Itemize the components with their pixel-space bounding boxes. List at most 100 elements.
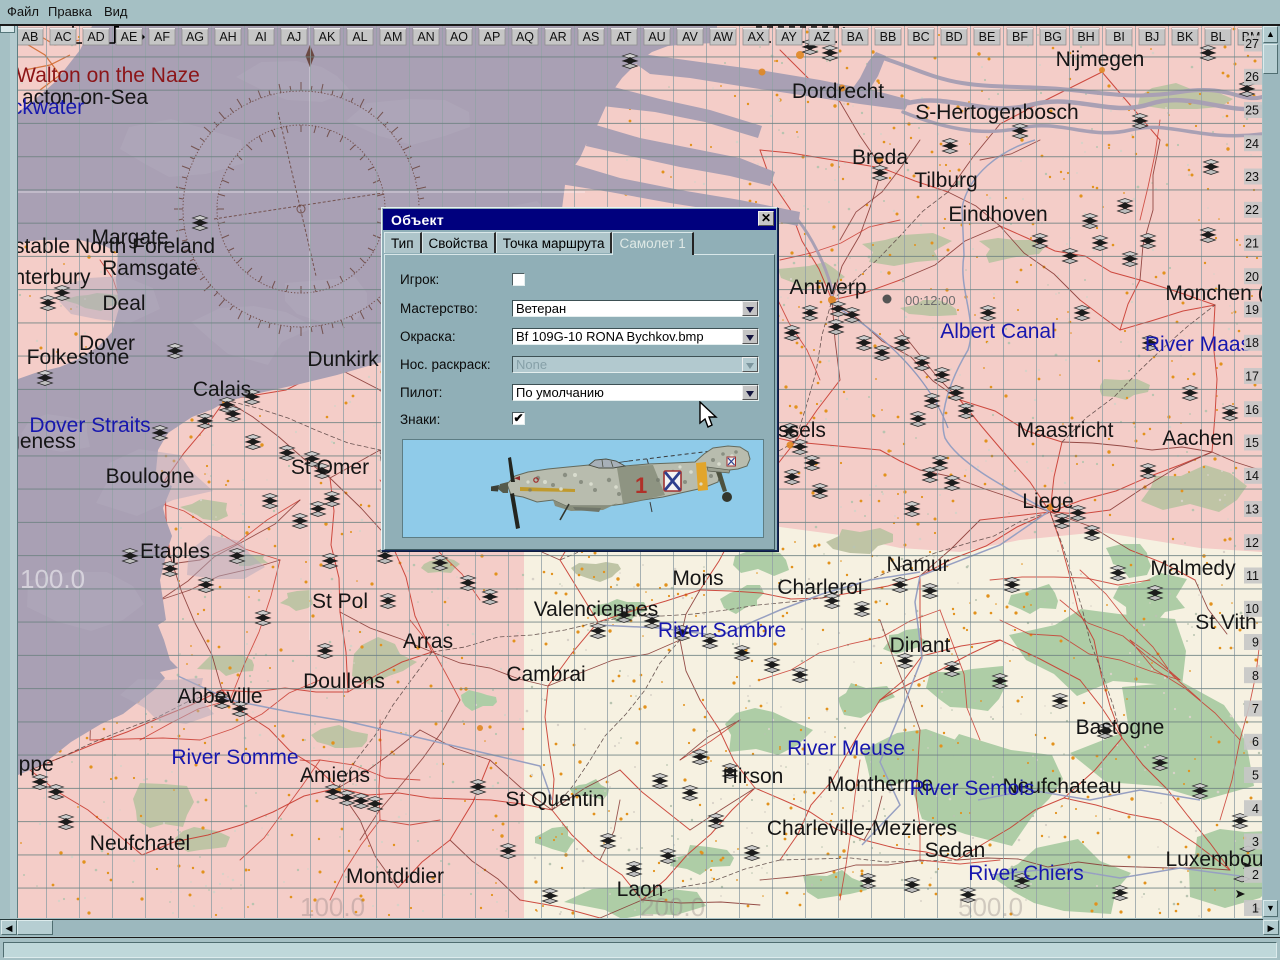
svg-text:BI: BI <box>1113 30 1125 44</box>
svg-text:Namur: Namur <box>886 553 949 576</box>
svg-text:BH: BH <box>1077 30 1094 44</box>
svg-text:1: 1 <box>1252 902 1259 916</box>
svg-text:Eindhoven: Eindhoven <box>948 203 1047 226</box>
svg-text:AT: AT <box>616 30 631 44</box>
svg-text:Liege: Liege <box>1022 490 1073 513</box>
svg-text:Maastricht: Maastricht <box>1017 419 1114 442</box>
svg-text:BL: BL <box>1210 30 1225 44</box>
svg-text:AZ: AZ <box>814 30 830 44</box>
svg-text:AX: AX <box>748 30 765 44</box>
svg-text:17: 17 <box>1245 370 1259 384</box>
svg-text:Laon: Laon <box>617 878 664 901</box>
svg-text:14: 14 <box>1245 469 1259 483</box>
svg-text:BB: BB <box>880 30 897 44</box>
svg-text:Ramsgate: Ramsgate <box>102 257 198 280</box>
svg-text:00:12:00: 00:12:00 <box>905 293 956 308</box>
svg-text:ieppe: ieppe <box>18 753 54 776</box>
svg-text:26: 26 <box>1245 70 1259 84</box>
svg-text:AY: AY <box>781 30 797 44</box>
svg-text:21: 21 <box>1245 237 1259 251</box>
svg-text:Deal: Deal <box>102 292 145 315</box>
svg-text:River Maas: River Maas <box>1145 333 1251 356</box>
svg-text:500.0: 500.0 <box>958 892 1023 918</box>
svg-text:Malmedy: Malmedy <box>1150 557 1236 580</box>
svg-text:S-Hertogenbosch: S-Hertogenbosch <box>915 101 1078 124</box>
svg-text:Dinant: Dinant <box>890 634 951 657</box>
svg-text:Dunkirk: Dunkirk <box>307 348 379 371</box>
svg-text:AS: AS <box>583 30 600 44</box>
svg-text:BG: BG <box>1044 30 1062 44</box>
svg-text:4: 4 <box>1252 802 1259 816</box>
svg-text:100.0: 100.0 <box>20 564 85 594</box>
svg-text:Dordrecht: Dordrecht <box>792 80 884 103</box>
svg-text:2: 2 <box>1252 868 1259 882</box>
svg-text:AI: AI <box>255 30 267 44</box>
svg-text:BK: BK <box>1177 30 1194 44</box>
svg-text:River Meuse: River Meuse <box>787 737 905 760</box>
svg-text:AP: AP <box>484 30 501 44</box>
svg-text:27: 27 <box>1245 37 1259 51</box>
svg-text:River Sambre: River Sambre <box>658 619 786 642</box>
svg-text:6: 6 <box>1252 735 1259 749</box>
svg-text:24: 24 <box>1245 137 1259 151</box>
svg-text:AV: AV <box>682 30 698 44</box>
svg-text:River Semois: River Semois <box>910 777 1035 800</box>
svg-text:Folkestone: Folkestone <box>27 346 130 369</box>
svg-text:Neufchatel: Neufchatel <box>90 832 190 855</box>
svg-text:20: 20 <box>1245 270 1259 284</box>
svg-text:100.0: 100.0 <box>300 892 365 918</box>
svg-text:18: 18 <box>1245 336 1259 350</box>
svg-text:Calais: Calais <box>193 378 251 401</box>
svg-text:Sedan: Sedan <box>925 839 986 862</box>
svg-text:AQ: AQ <box>516 30 534 44</box>
svg-text:22: 22 <box>1245 203 1259 217</box>
svg-text:Abbeville: Abbeville <box>177 685 262 708</box>
svg-text:Aachen: Aachen <box>1162 427 1233 450</box>
svg-text:AH: AH <box>219 30 236 44</box>
svg-text:Montdidier: Montdidier <box>346 865 444 888</box>
svg-text:St Omer: St Omer <box>291 456 369 479</box>
svg-text:Cambrai: Cambrai <box>506 663 585 686</box>
svg-text:Hirson: Hirson <box>723 765 784 788</box>
svg-text:3: 3 <box>1252 835 1259 849</box>
svg-text:Nijmegen: Nijmegen <box>1056 48 1145 71</box>
svg-text:19: 19 <box>1245 303 1259 317</box>
svg-text:Etaples: Etaples <box>140 540 210 563</box>
svg-text:Valenciennes: Valenciennes <box>534 598 659 621</box>
svg-text:ssels: ssels <box>778 419 826 442</box>
svg-text:23: 23 <box>1245 170 1259 184</box>
svg-text:AB: AB <box>22 30 39 44</box>
svg-text:Charleville-Mezieres: Charleville-Mezieres <box>767 817 957 840</box>
svg-text:5: 5 <box>1252 769 1259 783</box>
svg-text:BJ: BJ <box>1145 30 1160 44</box>
svg-text:25: 25 <box>1245 104 1259 118</box>
svg-text:Breda: Breda <box>852 146 908 169</box>
svg-text:AM: AM <box>384 30 403 44</box>
svg-text:River Chiers: River Chiers <box>968 862 1084 885</box>
svg-text:ckwater: ckwater <box>18 96 84 119</box>
svg-text:AK: AK <box>319 30 336 44</box>
svg-text:AL: AL <box>352 30 367 44</box>
svg-text:AU: AU <box>648 30 665 44</box>
svg-text:River Somme: River Somme <box>171 746 298 769</box>
svg-text:8: 8 <box>1252 669 1259 683</box>
svg-text:BD: BD <box>945 30 962 44</box>
svg-text:St Pol: St Pol <box>312 590 368 613</box>
svg-text:stable: stable <box>18 235 70 258</box>
svg-text:Charleroi: Charleroi <box>777 576 862 599</box>
svg-text:nterbury: nterbury <box>18 266 91 289</box>
svg-text:AJ: AJ <box>287 30 302 44</box>
svg-text:7: 7 <box>1252 702 1259 716</box>
svg-text:AW: AW <box>713 30 733 44</box>
svg-text:16: 16 <box>1245 403 1259 417</box>
svg-text:Albert Canal: Albert Canal <box>940 320 1056 343</box>
svg-text:Amiens: Amiens <box>300 764 370 787</box>
svg-text:AO: AO <box>450 30 468 44</box>
svg-text:Bastogne: Bastogne <box>1076 716 1165 739</box>
svg-text:AN: AN <box>417 30 434 44</box>
svg-text:12: 12 <box>1245 536 1259 550</box>
svg-text:10: 10 <box>1245 602 1259 616</box>
svg-text:Arras: Arras <box>403 630 453 653</box>
svg-text:AE: AE <box>121 30 138 44</box>
svg-text:BA: BA <box>847 30 864 44</box>
